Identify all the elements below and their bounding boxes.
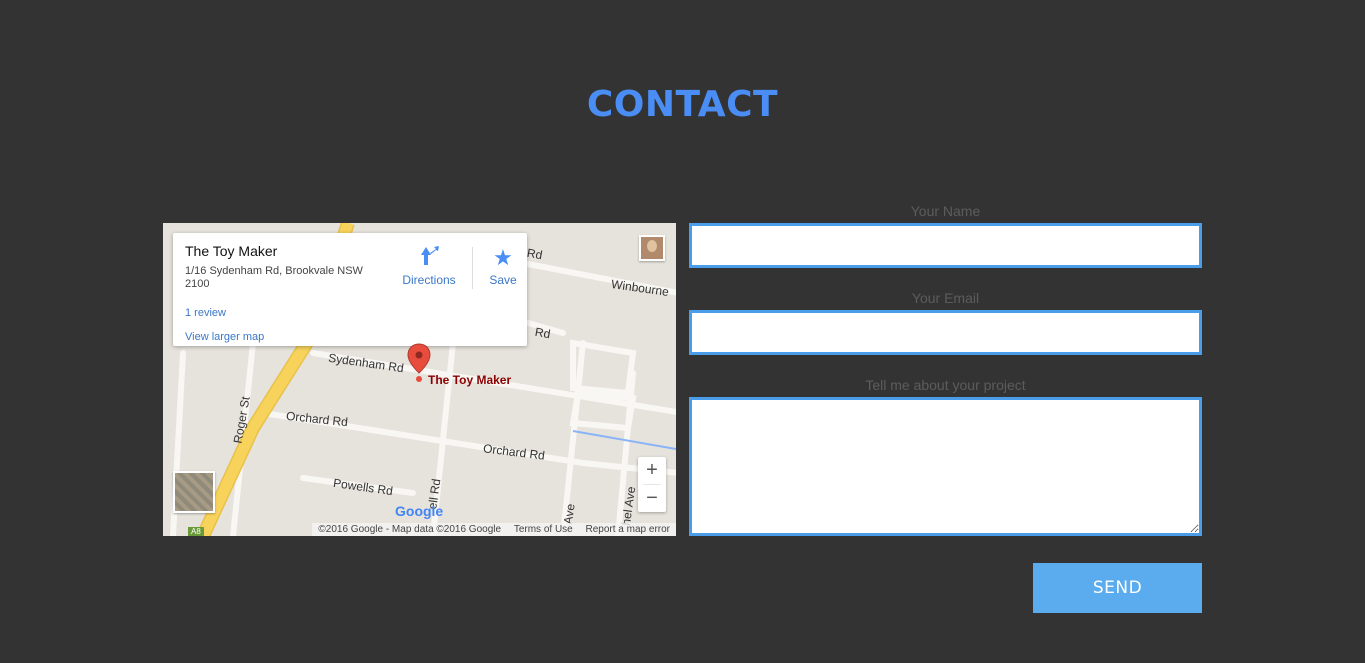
zoom-in-button[interactable]: + bbox=[638, 457, 666, 484]
project-textarea[interactable] bbox=[689, 397, 1202, 536]
project-label: Tell me about your project bbox=[865, 377, 1026, 393]
send-button[interactable]: SEND bbox=[1033, 563, 1202, 613]
place-name: The Toy Maker bbox=[185, 243, 278, 259]
report-map-error-link[interactable]: Report a map error bbox=[586, 524, 670, 535]
name-label: Your Name bbox=[910, 203, 981, 219]
info-divider bbox=[472, 247, 473, 289]
zoom-out-button[interactable]: − bbox=[638, 485, 666, 512]
google-logo: Google bbox=[395, 503, 444, 519]
directions-label: Directions bbox=[402, 273, 456, 287]
street-label-rd-upper: Rd bbox=[533, 324, 552, 342]
place-address: 1/16 Sydenham Rd, Brookvale NSW 2100 bbox=[185, 265, 363, 290]
marker-label[interactable]: The Toy Maker bbox=[428, 373, 511, 387]
route-badge: A8 bbox=[188, 527, 204, 536]
satellite-toggle-button[interactable] bbox=[173, 471, 215, 513]
map-embed[interactable]: Sydenham Rd Orchard Rd Orchard Rd Powell… bbox=[163, 223, 676, 536]
view-larger-map-link[interactable]: View larger map bbox=[185, 331, 264, 343]
name-input[interactable] bbox=[689, 223, 1202, 268]
user-avatar-icon[interactable] bbox=[639, 235, 665, 261]
zoom-control: + − bbox=[638, 457, 666, 512]
directions-button[interactable]: Directions bbox=[399, 243, 459, 287]
reviews-link[interactable]: 1 review bbox=[185, 307, 226, 319]
email-label: Your Email bbox=[911, 290, 980, 306]
map-attribution: ©2016 Google - Map data ©2016 Google Ter… bbox=[312, 523, 676, 536]
section-title: CONTACT bbox=[586, 84, 779, 125]
star-icon: ★ bbox=[493, 245, 513, 270]
place-info-card: The Toy Maker 1/16 Sydenham Rd, Brookval… bbox=[173, 233, 527, 346]
directions-icon bbox=[399, 243, 459, 273]
email-input[interactable] bbox=[689, 310, 1202, 355]
terms-of-use-link[interactable]: Terms of Use bbox=[514, 524, 573, 535]
map-copyright: ©2016 Google - Map data ©2016 Google bbox=[318, 524, 502, 535]
street-label-ave-1: Ave bbox=[560, 502, 578, 526]
save-button[interactable]: ★ Save bbox=[483, 243, 523, 287]
save-label: Save bbox=[489, 273, 517, 287]
street-label-rd-top: Rd bbox=[525, 245, 544, 263]
